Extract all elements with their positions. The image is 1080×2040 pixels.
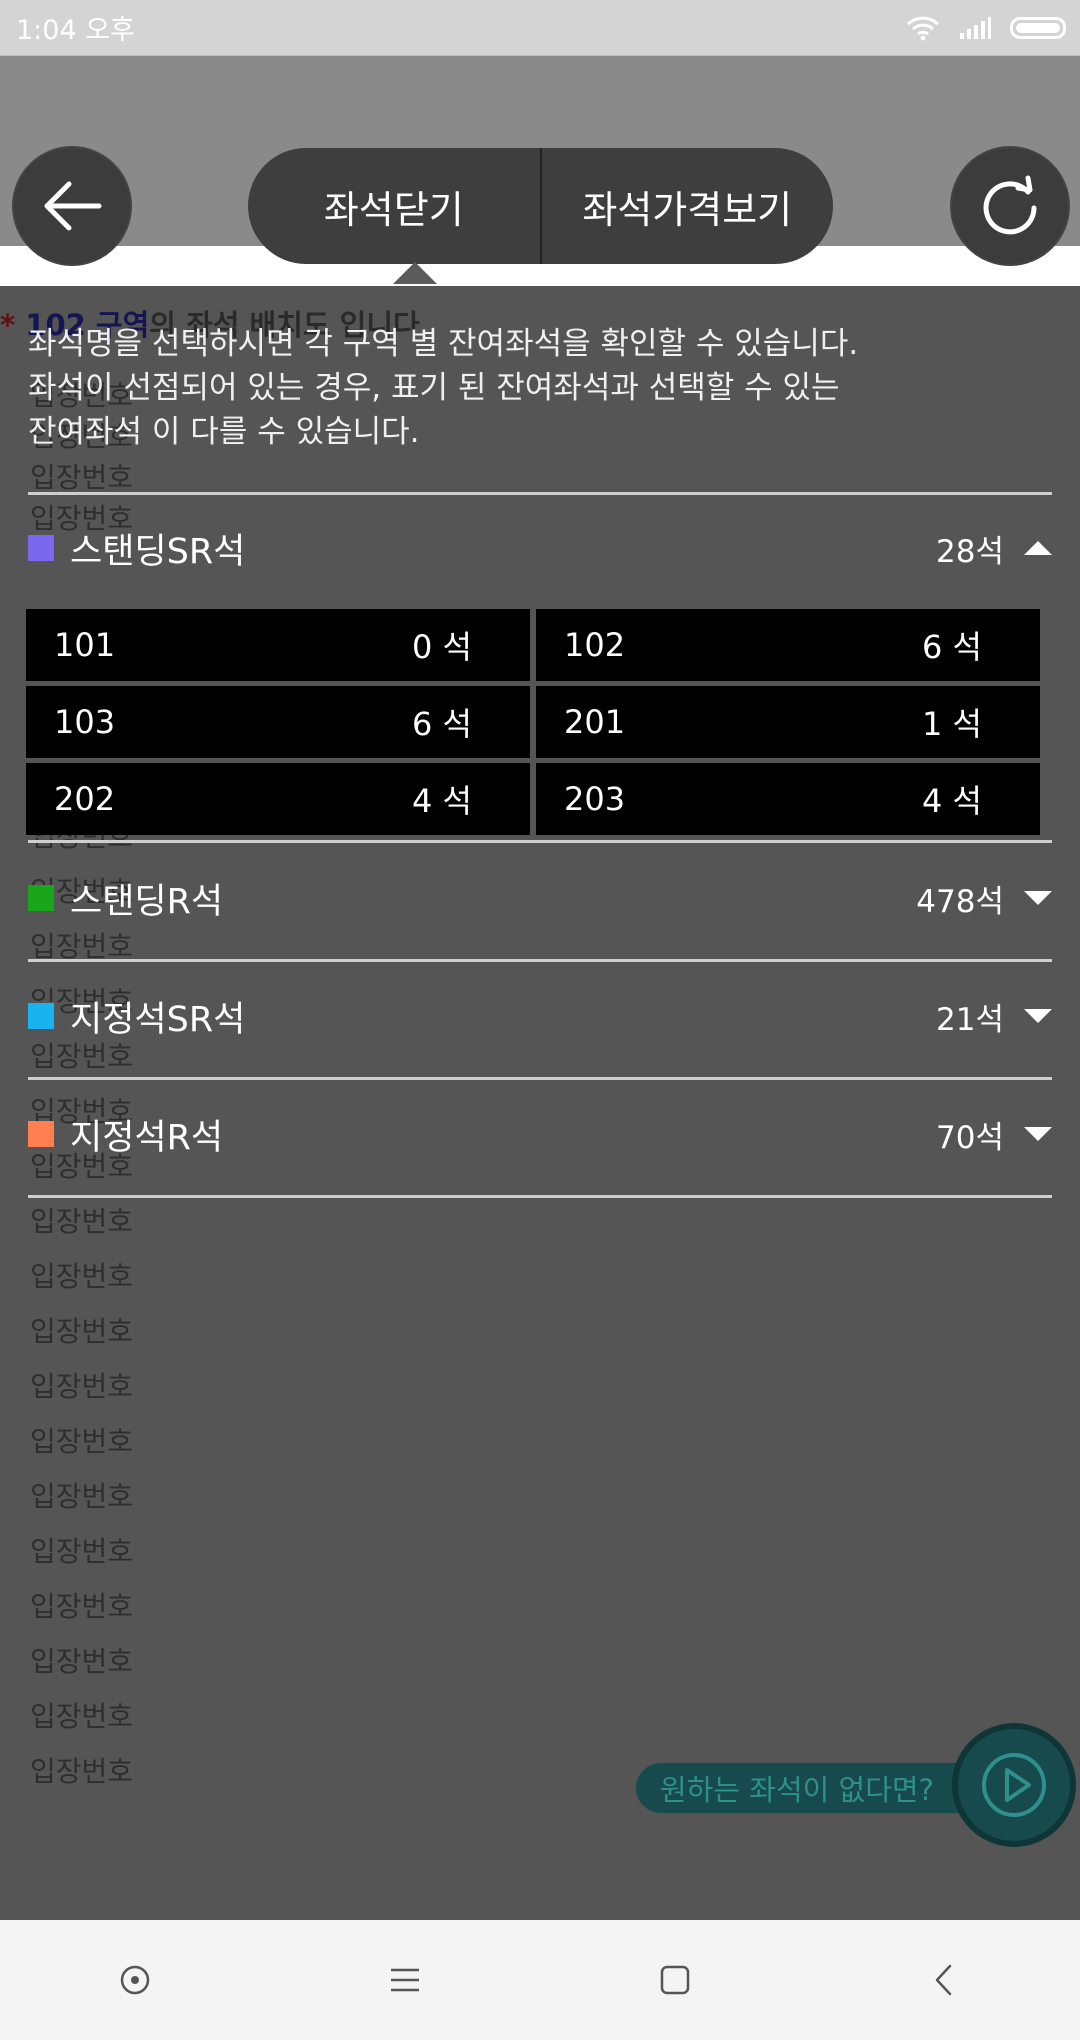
chevron-down-icon (1024, 1127, 1052, 1141)
entry-label: 입장번호 (30, 1755, 134, 1788)
category-label: 스탠딩R석 (70, 881, 224, 922)
home-icon[interactable] (655, 1960, 695, 2000)
color-swatch (28, 1003, 54, 1029)
chevron-up-icon (1024, 541, 1052, 555)
status-time: 1:04 오후 (16, 15, 135, 46)
divider (28, 959, 1052, 962)
divider (28, 840, 1052, 843)
signal-icon (960, 16, 991, 39)
section-name: 101 (54, 626, 116, 664)
chevron-down-icon (1024, 1009, 1052, 1023)
play-icon (982, 1753, 1046, 1817)
menu-icon[interactable] (385, 1960, 425, 2000)
section-cell[interactable]: 202 4 석 (26, 763, 530, 835)
info-line: 좌석명을 선택하시면 각 구역 별 잔여좌석을 확인할 수 있습니다. (28, 326, 859, 362)
section-seats: 4 석 (412, 782, 472, 820)
assistant-icon[interactable] (115, 1960, 155, 2000)
notice-star: * (0, 308, 16, 342)
color-swatch (28, 885, 54, 911)
section-name: 201 (564, 703, 626, 741)
seat-toggle-group: 좌석닫기 좌석가격보기 (248, 148, 834, 284)
info-text: 좌석명을 선택하시면 각 구역 별 잔여좌석을 확인할 수 있습니다. 좌석이 … (28, 322, 1048, 454)
entry-label: 입장번호 (30, 1205, 134, 1238)
category-label: 스탠딩SR석 (70, 531, 246, 572)
section-name: 202 (54, 780, 116, 818)
entry-number-list: 입장번호 입장번호 입장번호 입장번호 입장번호 입장번호 입장번호 입장번호 … (30, 375, 230, 1799)
chevron-down-icon (1024, 891, 1052, 905)
back-nav-icon[interactable] (925, 1960, 965, 2000)
divider (28, 1077, 1052, 1080)
entry-label: 입장번호 (30, 1480, 134, 1513)
category-count: 478석 (916, 883, 1004, 920)
section-cell[interactable]: 103 6 석 (26, 686, 530, 758)
play-button[interactable] (958, 1729, 1070, 1841)
section-seats: 6 석 (922, 628, 982, 666)
section-name: 102 (564, 626, 626, 664)
section-seats: 1 석 (922, 705, 982, 743)
section-name: 203 (564, 780, 626, 818)
color-swatch (28, 1121, 54, 1147)
battery-icon (1010, 16, 1066, 39)
refresh-button[interactable] (952, 148, 1068, 264)
popover-pointer (393, 262, 437, 284)
section-cell[interactable]: 101 0 석 (26, 609, 530, 681)
close-seats-button[interactable]: 좌석닫기 (248, 148, 540, 264)
info-line: 잔여좌석 이 다를 수 있습니다. (28, 414, 420, 450)
category-label: 지정석SR석 (70, 999, 246, 1040)
section-cell[interactable]: 203 4 석 (536, 763, 1040, 835)
section-cell[interactable]: 102 6 석 (536, 609, 1040, 681)
entry-label: 입장번호 (30, 1535, 134, 1568)
section-seats: 4 석 (922, 782, 982, 820)
info-line: 좌석이 선점되어 있는 경우, 표기 된 잔여좌석과 선택할 수 있는 (28, 370, 840, 406)
divider (28, 1195, 1052, 1198)
status-bar: 1:04 오후 (0, 0, 1080, 56)
arrow-left-icon (44, 181, 102, 231)
entry-label: 입장번호 (30, 1260, 134, 1293)
entry-label: 입장번호 (30, 1645, 134, 1678)
category-count: 70석 (936, 1119, 1004, 1156)
category-count: 28석 (936, 533, 1004, 570)
category-reserved-sr[interactable]: 지정석SR석 21석 (28, 986, 1052, 1046)
view-prices-button[interactable]: 좌석가격보기 (542, 148, 834, 264)
section-cell[interactable]: 201 1 석 (536, 686, 1040, 758)
category-label: 지정석R석 (70, 1117, 224, 1158)
refresh-icon (983, 175, 1037, 235)
section-name: 103 (54, 703, 116, 741)
section-seats: 0 석 (412, 628, 472, 666)
entry-label: 입장번호 (30, 1425, 134, 1458)
entry-label: 입장번호 (30, 1315, 134, 1348)
status-icons (906, 15, 1066, 41)
category-standing-sr[interactable]: 스탠딩SR석 28석 (28, 518, 1052, 578)
category-standing-r[interactable]: 스탠딩R석 478석 (28, 868, 1052, 928)
entry-label: 입장번호 (30, 1700, 134, 1733)
category-count: 21석 (936, 1001, 1004, 1038)
color-swatch (28, 535, 54, 561)
section-seats: 6 석 (412, 705, 472, 743)
navigation-bar (0, 1920, 1080, 2040)
no-seat-help-button[interactable]: 원하는 좌석이 없다면? (636, 1763, 996, 1813)
divider (28, 492, 1052, 495)
wifi-icon (906, 16, 940, 40)
entry-label: 입장번호 (30, 1590, 134, 1623)
entry-label: 입장번호 (30, 1370, 134, 1403)
back-button[interactable] (14, 148, 130, 264)
category-reserved-r[interactable]: 지정석R석 70석 (28, 1104, 1052, 1164)
